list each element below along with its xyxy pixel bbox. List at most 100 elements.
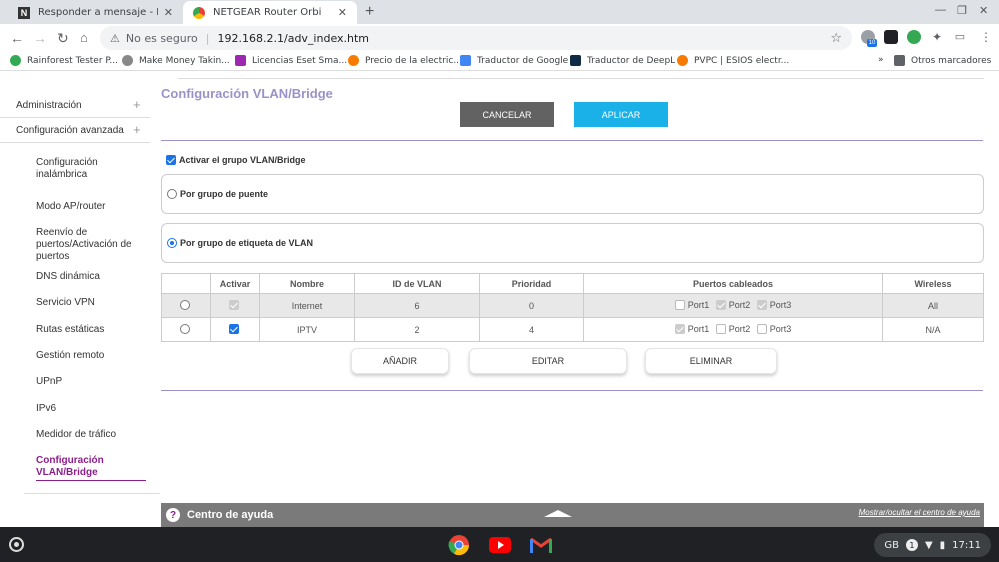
cast-icon[interactable]: ▭ xyxy=(953,30,967,44)
enable-vlan-checkbox-row[interactable]: Activar el grupo VLAN/Bridge xyxy=(166,155,306,165)
edit-button[interactable]: EDITAR xyxy=(469,348,627,374)
row-vlan-id: 6 xyxy=(354,293,480,318)
home-icon[interactable]: ⌂ xyxy=(80,30,88,45)
youtube-app-icon[interactable] xyxy=(489,535,511,555)
tab-responder[interactable]: N Responder a mensaje - NETGEAR ✕ xyxy=(8,1,183,24)
help-center-title: Centro de ayuda xyxy=(187,509,274,521)
close-tab-icon[interactable]: ✕ xyxy=(164,6,173,19)
new-tab-icon[interactable]: + xyxy=(365,3,374,21)
sidebar-item-rutas[interactable]: Rutas estáticas xyxy=(36,324,146,336)
sidebar-item-vpn[interactable]: Servicio VPN xyxy=(36,297,146,309)
overflow-chevron-icon: » xyxy=(878,55,884,65)
delete-button[interactable]: ELIMINAR xyxy=(645,348,777,374)
row-priority: 0 xyxy=(479,293,584,318)
gmail-app-icon[interactable] xyxy=(530,535,552,555)
sidebar-item-administracion[interactable]: Administración xyxy=(16,100,82,111)
port-label: Port2 xyxy=(728,299,751,310)
bookmarks-overflow[interactable]: » xyxy=(878,55,884,65)
battery-icon: ▮ xyxy=(939,539,946,551)
menu-icon[interactable]: ⋮ xyxy=(979,30,993,44)
sidebar-divider xyxy=(0,117,150,118)
expand-plus-icon[interactable]: + xyxy=(133,97,141,112)
bookmark-item[interactable]: Licencias Eset Sma... xyxy=(235,55,347,66)
expand-plus-icon[interactable]: + xyxy=(133,122,141,137)
chevron-up-icon[interactable] xyxy=(544,510,572,517)
table-row: Internet 6 0 Port1 Port2 Port3 All xyxy=(161,293,984,318)
row-name: IPTV xyxy=(259,317,355,342)
sidebar-item-configuracion-avanzada[interactable]: Configuración avanzada xyxy=(16,125,124,136)
warning-icon: ⚠ xyxy=(110,31,120,45)
help-icon: ? xyxy=(166,508,180,522)
checkbox-checked[interactable] xyxy=(166,155,176,165)
port-label: Port1 xyxy=(687,323,710,334)
sidebar-item-reenvio-puertos[interactable]: Reenvío de puertos/Activación de puertos xyxy=(36,227,146,263)
bookmark-item[interactable]: Make Money Takin... xyxy=(122,55,230,66)
tab-netgear-orbi[interactable]: NETGEAR Router Orbi ✕ xyxy=(183,1,357,24)
bookmark-item[interactable]: Precio de la electric... xyxy=(348,55,462,66)
bookmark-favicon-icon xyxy=(348,55,359,66)
sidebar-item-inalambrica[interactable]: Configuración inalámbrica xyxy=(36,157,146,181)
bookmark-item[interactable]: Rainforest Tester P... xyxy=(10,55,118,66)
maximize-icon[interactable]: ❐ xyxy=(957,4,967,17)
tab-title: NETGEAR Router Orbi xyxy=(213,7,322,18)
row-priority: 4 xyxy=(479,317,584,342)
row-vlan-id: 2 xyxy=(354,317,480,342)
cancel-button[interactable]: CANCELAR xyxy=(460,102,554,127)
forward-icon[interactable]: → xyxy=(33,30,47,46)
bookmark-star-icon[interactable]: ☆ xyxy=(830,31,842,46)
radio-vlan[interactable] xyxy=(167,238,177,248)
radio-bridge[interactable] xyxy=(167,189,177,199)
apply-button[interactable]: APLICAR xyxy=(574,102,668,127)
reload-icon[interactable]: ↻ xyxy=(57,30,69,47)
vlan-group-option[interactable]: Por grupo de etiqueta de VLAN xyxy=(161,223,984,263)
close-tab-icon[interactable]: ✕ xyxy=(338,6,347,19)
system-tray[interactable]: GB 1 ▼ ▮ 17:11 xyxy=(874,533,991,557)
folder-icon xyxy=(894,55,905,66)
bookmark-item[interactable]: Traductor de DeepL xyxy=(570,55,675,66)
bookmark-favicon-icon xyxy=(677,55,688,66)
extension-icon[interactable] xyxy=(907,30,921,44)
bridge-group-option[interactable]: Por grupo de puente xyxy=(161,174,984,214)
launcher-icon[interactable] xyxy=(9,537,24,552)
row-radio[interactable] xyxy=(179,323,190,334)
chrome-app-icon[interactable] xyxy=(448,535,470,556)
bookmark-label: Precio de la electric... xyxy=(365,55,462,66)
other-bookmarks[interactable]: Otros marcadores xyxy=(894,55,991,66)
col-wireless: Wireless xyxy=(882,273,984,294)
section-divider xyxy=(161,140,983,141)
address-bar[interactable]: ⚠ No es seguro | 192.168.2.1/adv_index.h… xyxy=(100,26,852,50)
sidebar-item-vlan-bridge[interactable]: Configuración VLAN/Bridge xyxy=(36,455,146,481)
bookmark-item[interactable]: PVPC | ESIOS electr... xyxy=(677,55,789,66)
close-window-icon[interactable]: ✕ xyxy=(979,4,988,17)
bridge-group-label: Por grupo de puente xyxy=(180,189,269,199)
address-separator: | xyxy=(205,31,210,45)
sidebar: Administración + Configuración avanzada … xyxy=(0,72,160,527)
checkbox-checked[interactable] xyxy=(228,323,239,334)
col-vlan-id: ID de VLAN xyxy=(354,273,480,294)
toggle-help-link[interactable]: Mostrar/ocultar el centro de ayuda xyxy=(859,508,980,517)
minimize-icon[interactable]: — xyxy=(935,4,946,16)
help-center-bar[interactable]: ? Centro de ayuda Mostrar/ocultar el cen… xyxy=(161,503,984,527)
sidebar-item-medidor[interactable]: Medidor de tráfico xyxy=(36,429,146,441)
sidebar-item-gestion-remoto[interactable]: Gestión remoto xyxy=(36,350,146,362)
port-option: Port3 xyxy=(756,299,792,310)
extension-icon[interactable] xyxy=(884,30,898,44)
bookmark-item[interactable]: Traductor de Google xyxy=(460,55,568,66)
back-icon[interactable]: ← xyxy=(10,30,24,46)
sidebar-item-dns[interactable]: DNS dinámica xyxy=(36,271,146,283)
sidebar-item-ipv6[interactable]: IPv6 xyxy=(36,403,146,415)
sidebar-item-upnp[interactable]: UPnP xyxy=(36,376,146,388)
main-panel: Configuración VLAN/Bridge CANCELAR APLIC… xyxy=(160,72,984,527)
port-label: Port2 xyxy=(728,323,751,334)
sidebar-item-modo-ap[interactable]: Modo AP/router xyxy=(36,201,146,213)
puzzle-icon[interactable]: ✦ xyxy=(930,30,944,44)
row-radio[interactable] xyxy=(179,299,190,310)
sidebar-divider xyxy=(0,142,150,143)
port-label: Port3 xyxy=(769,299,792,310)
bookmarks-bar: Rainforest Tester P... Make Money Takin.… xyxy=(0,52,999,71)
table-row: IPTV 2 4 Port1 Port2 Port3 N/A xyxy=(161,317,984,342)
row-select-cell xyxy=(161,293,211,318)
os-shelf: GB 1 ▼ ▮ 17:11 xyxy=(0,527,999,562)
row-name: Internet xyxy=(259,293,355,318)
add-button[interactable]: AÑADIR xyxy=(351,348,449,374)
